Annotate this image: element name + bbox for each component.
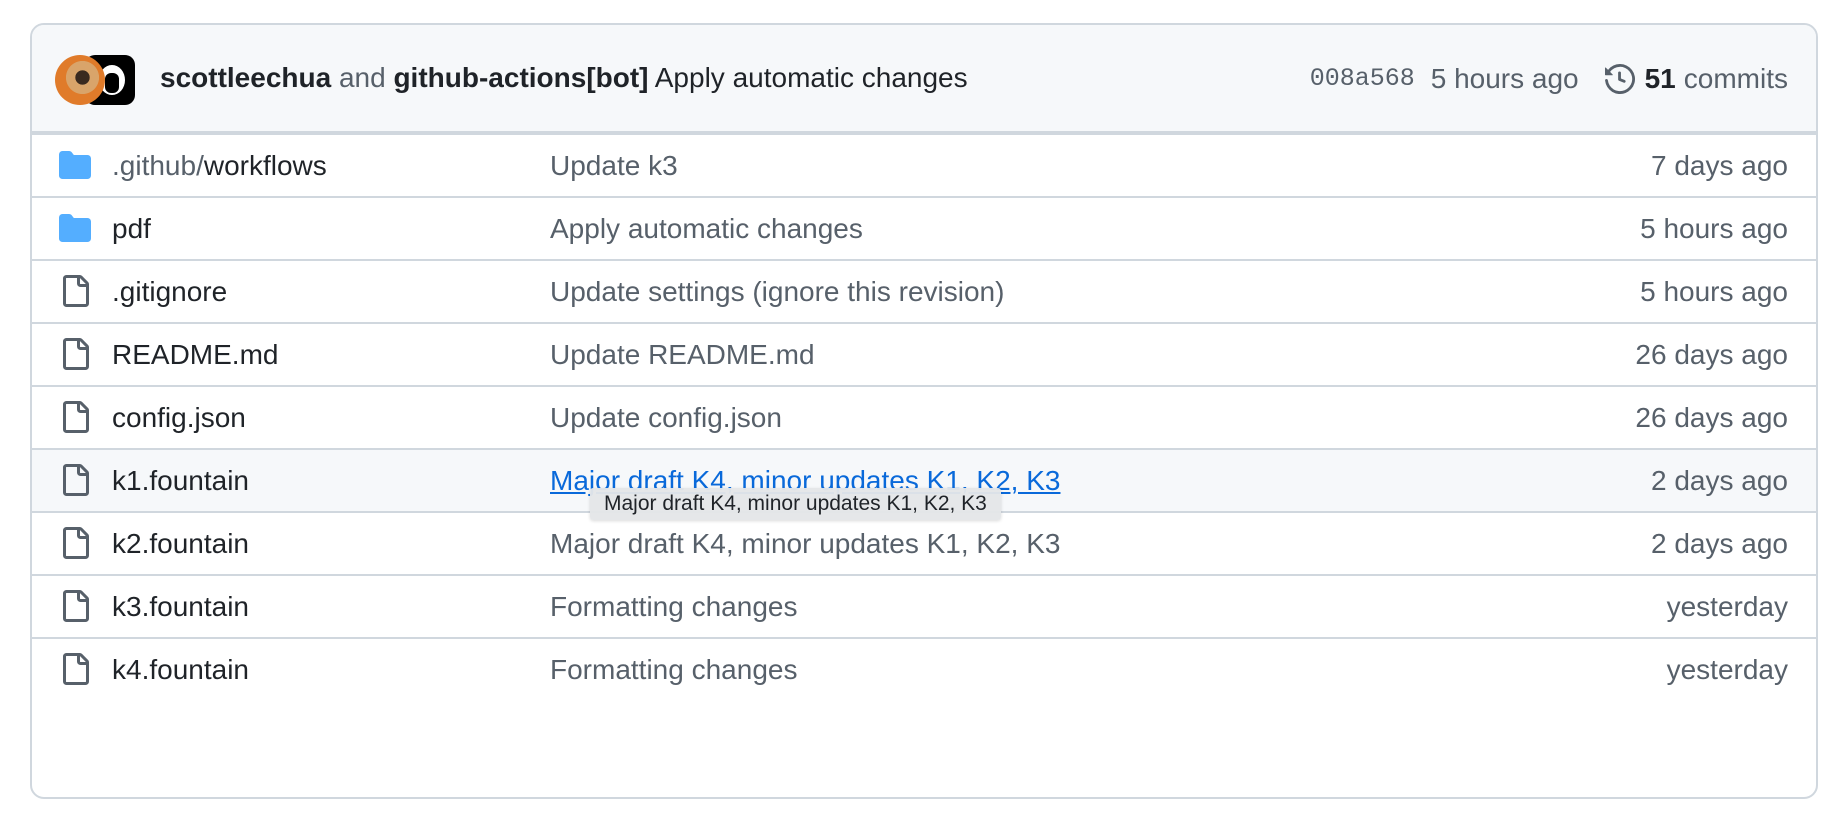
entry-name: README.md xyxy=(112,339,279,370)
commit-message-link[interactable]: Formatting changes xyxy=(550,639,797,700)
commit-age: 2 days ago xyxy=(1651,465,1788,496)
folder-name-link[interactable]: pdf xyxy=(112,198,151,259)
file-icon xyxy=(59,275,91,307)
file-icon xyxy=(59,401,91,433)
entry-name: config.json xyxy=(112,402,246,433)
commit-sha-link[interactable]: 008a568 xyxy=(1310,26,1415,132)
commit-age: 7 days ago xyxy=(1651,150,1788,181)
entry-name: k1.fountain xyxy=(112,465,249,496)
file-icon xyxy=(59,527,91,559)
folder-path-prefix: .github/ xyxy=(112,150,204,181)
user-avatar[interactable] xyxy=(55,55,105,105)
file-row[interactable]: pdf Apply automatic changes 5 hours ago xyxy=(32,196,1816,259)
file-row[interactable]: config.json Update config.json 26 days ago xyxy=(32,385,1816,448)
commit-time: 5 hours ago xyxy=(1430,63,1579,94)
commit-message-link[interactable]: Update config.json xyxy=(550,387,782,448)
commit-age: yesterday xyxy=(1666,654,1788,685)
entry-name: k3.fountain xyxy=(112,591,249,622)
commit-message-link[interactable]: Major draft K4, minor updates K1, K2, K3 xyxy=(550,513,1060,574)
file-row[interactable]: k2.fountain Major draft K4, minor updates… xyxy=(32,511,1816,574)
commits-count[interactable]: 51 xyxy=(1645,26,1676,132)
folder-name-link[interactable]: .github/workflows xyxy=(112,135,327,196)
commit-author-link[interactable]: scottleechua xyxy=(160,62,331,93)
commit-age: 2 days ago xyxy=(1651,528,1788,559)
commit-age: 26 days ago xyxy=(1635,339,1788,370)
file-row[interactable]: .github/workflows Update k3 7 days ago xyxy=(32,133,1816,196)
commit-message-link[interactable]: Update k3 xyxy=(550,135,678,196)
latest-commit-message: scottleechua and github-actions[bot] App… xyxy=(160,25,968,133)
file-icon xyxy=(59,338,91,370)
commit-message-link[interactable]: Update README.md xyxy=(550,324,815,385)
file-icon xyxy=(59,653,91,685)
commit-meta: 008a568 5 hours ago 51 commits xyxy=(1310,25,1788,133)
file-icon xyxy=(59,590,91,622)
author-joiner: and xyxy=(338,62,386,93)
entry-name: k4.fountain xyxy=(112,654,249,685)
entry-name: .gitignore xyxy=(112,276,228,307)
file-row[interactable]: k3.fountain Formatting changes yesterday xyxy=(32,574,1816,637)
file-row[interactable]: .gitignore Update settings (ignore this r… xyxy=(32,259,1816,322)
commit-age: 5 hours ago xyxy=(1640,213,1788,244)
folder-icon xyxy=(59,149,91,181)
file-browser: scottleechua and github-actions[bot] App… xyxy=(30,23,1818,799)
entry-name: workflows xyxy=(203,150,327,181)
commit-age: yesterday xyxy=(1666,591,1788,622)
commit-message-tooltip: Major draft K4, minor updates K1, K2, K3 xyxy=(590,488,1001,520)
commit-message-link[interactable]: Update settings (ignore this revision) xyxy=(550,261,1004,322)
file-name-link[interactable]: config.json xyxy=(112,387,246,448)
latest-commit-header: scottleechua and github-actions[bot] App… xyxy=(32,25,1816,133)
file-name-link[interactable]: .gitignore xyxy=(112,261,227,322)
commit-message-link[interactable]: Apply automatic changes xyxy=(655,62,968,93)
entry-name: pdf xyxy=(112,213,151,244)
commit-message-link[interactable]: Apply automatic changes xyxy=(550,198,863,259)
commit-age: 5 hours ago xyxy=(1640,276,1788,307)
file-name-link[interactable]: README.md xyxy=(112,324,278,385)
entry-name: k2.fountain xyxy=(112,528,249,559)
folder-icon xyxy=(59,212,91,244)
avatar-stack[interactable] xyxy=(55,55,135,105)
history-icon[interactable] xyxy=(1604,64,1635,94)
file-name-link[interactable]: k2.fountain xyxy=(112,513,249,574)
file-name-link[interactable]: k1.fountain xyxy=(112,450,249,511)
commit-age: 26 days ago xyxy=(1635,402,1788,433)
file-name-link[interactable]: k3.fountain xyxy=(112,576,249,637)
file-row[interactable]: k4.fountain Formatting changes yesterday xyxy=(32,637,1816,700)
file-row[interactable]: README.md Update README.md 26 days ago xyxy=(32,322,1816,385)
commits-label[interactable]: commits xyxy=(1684,26,1788,132)
file-icon xyxy=(59,464,91,496)
commit-coauthor-link[interactable]: github-actions[bot] xyxy=(393,62,648,93)
file-name-link[interactable]: k4.fountain xyxy=(112,639,249,700)
commit-message-link[interactable]: Formatting changes xyxy=(550,576,797,637)
